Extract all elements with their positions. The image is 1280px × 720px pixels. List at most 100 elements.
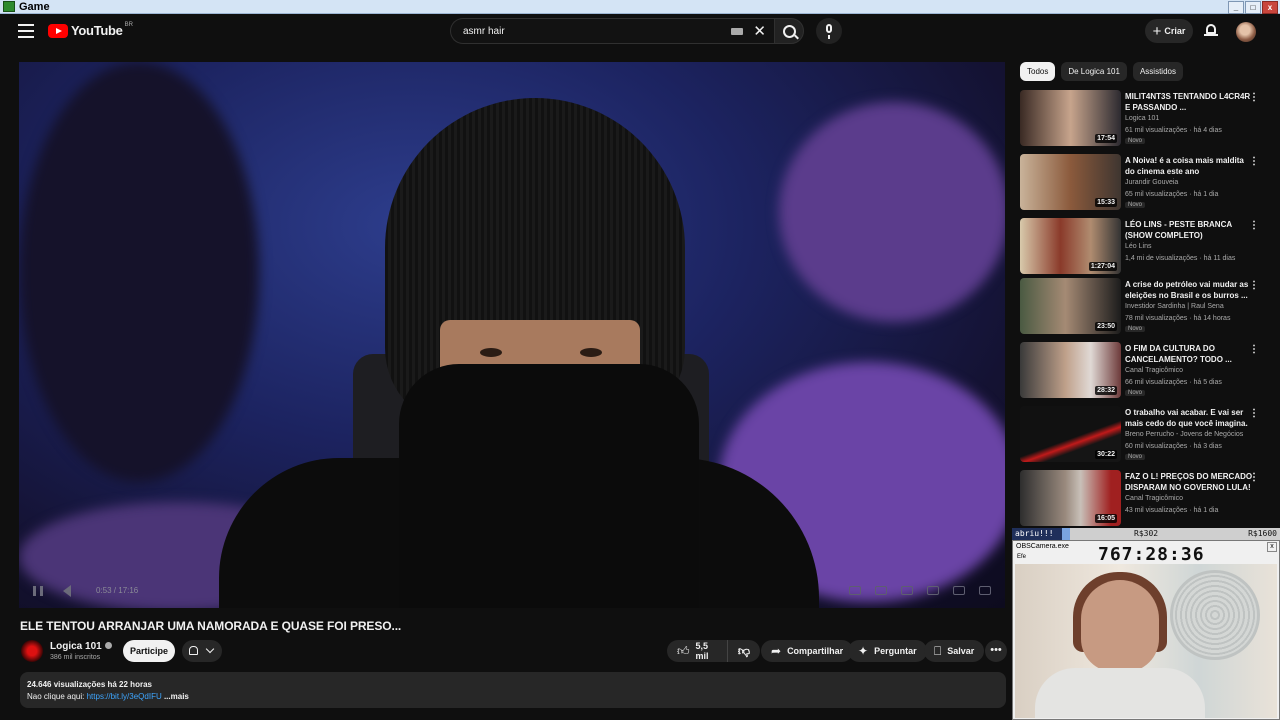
description-link[interactable]: https://bit.ly/3eQdIFU — [87, 692, 162, 701]
play-logo-icon — [48, 23, 68, 38]
duration-badge: 1:27:04 — [1088, 262, 1117, 271]
streamer-face — [1081, 580, 1159, 672]
close-icon[interactable]: x — [1262, 1, 1278, 14]
recommended-video[interactable]: 23:50 A crise do petróleo vai mudar as e… — [1020, 278, 1265, 336]
recommended-title[interactable]: O FIM DA CULTURA DO CANCELAMENTO? TODO .… — [1125, 343, 1253, 365]
new-badge: Novo — [1125, 454, 1146, 460]
time-display: 0:53 / 17:16 — [96, 586, 139, 595]
video-thumbnail[interactable]: 30:22 — [1020, 406, 1121, 462]
webcam-close-icon[interactable]: x — [1267, 542, 1277, 552]
recommended-title[interactable]: MILIT4NT3S TENTANDO L4CR4R E PASSANDO ..… — [1125, 91, 1253, 113]
region-code: BR — [124, 21, 133, 28]
maximize-icon[interactable]: □ — [1245, 1, 1261, 14]
webcam-window[interactable]: OBSCamera.exe x Efe 767:28:36 — [1012, 540, 1280, 720]
share-label: Compartilhar — [787, 646, 844, 656]
voice-search-button[interactable] — [816, 18, 842, 44]
recommended-title[interactable]: A Noiva! é a coisa mais maldita do cinem… — [1125, 155, 1253, 177]
more-actions-icon[interactable]: ••• — [985, 640, 1007, 662]
volume-icon[interactable] — [63, 585, 71, 597]
recommended-channel[interactable]: Canal Tragicômico — [1125, 367, 1183, 374]
recommended-title[interactable]: FAZ O L! PREÇOS DO MERCADO DISPARAM NO G… — [1125, 471, 1253, 493]
kebab-menu-icon[interactable]: ⋮ — [1249, 408, 1259, 419]
video-player[interactable]: 0:53 / 17:16 — [19, 62, 1005, 608]
new-badge: Novo — [1125, 202, 1146, 208]
youtube-logo[interactable]: YouTube BR — [48, 21, 133, 38]
verified-icon — [104, 642, 112, 649]
recommended-channel[interactable]: Investidor Sardinha | Raul Sena — [1125, 303, 1224, 310]
recommended-video[interactable]: 17:54 MILIT4NT3S TENTANDO L4CR4R E PASSA… — [1020, 90, 1265, 148]
recommended-video[interactable]: 16:05 FAZ O L! PREÇOS DO MERCADO DISPARA… — [1020, 470, 1265, 528]
video-thumbnail[interactable]: 16:05 — [1020, 470, 1121, 526]
recommended-channel[interactable]: Breno Perrucho - Jovens de Negócios — [1125, 431, 1243, 438]
chip-all[interactable]: Todos — [1020, 62, 1056, 81]
kebab-menu-icon[interactable]: ⋮ — [1249, 472, 1259, 483]
plus-icon: + — [1152, 22, 1162, 40]
recommended-channel[interactable]: Logica 101 — [1125, 115, 1159, 122]
autoplay-toggle-icon[interactable] — [849, 586, 861, 595]
clear-search-icon[interactable]: ✕ — [753, 24, 766, 39]
show-more-link[interactable]: ...mais — [162, 692, 189, 701]
keyboard-icon[interactable] — [731, 27, 744, 35]
search-box: ✕ — [450, 18, 774, 44]
recommended-title[interactable]: LÉO LINS - PESTE BRANCA (SHOW COMPLETO) — [1125, 219, 1253, 241]
duration-badge: 28:32 — [1095, 386, 1117, 395]
video-thumbnail[interactable]: 1:27:04 — [1020, 218, 1121, 274]
filter-chips: Todos De Logica 101 Assistidos — [1020, 62, 1183, 81]
recommended-views: 61 mil visualizações · há 4 dias — [1125, 127, 1222, 134]
pause-icon[interactable] — [33, 586, 43, 596]
settings-gear-icon[interactable] — [901, 586, 913, 595]
video-thumbnail[interactable]: 17:54 — [1020, 90, 1121, 146]
channel-name[interactable]: Logica 101 — [50, 641, 112, 652]
kebab-menu-icon[interactable]: ⋮ — [1249, 280, 1259, 291]
window-controls: _ □ x — [1228, 1, 1278, 14]
share-arrow-icon: ➦ — [771, 644, 782, 658]
theater-mode-icon[interactable] — [953, 586, 965, 595]
save-label: Salvar — [947, 646, 975, 656]
account-avatar[interactable] — [1236, 22, 1256, 42]
description-box[interactable]: 24.646 visualizações há 22 horas Nao cli… — [20, 672, 1006, 708]
bell-icon — [189, 646, 198, 655]
channel-avatar[interactable] — [21, 640, 43, 662]
recommended-views: 65 mil visualizações · há 1 dia — [1125, 191, 1219, 198]
recommended-video[interactable]: 28:32 O FIM DA CULTURA DO CANCELAMENTO? … — [1020, 342, 1265, 400]
donation-goal: R$1600 — [1248, 529, 1277, 538]
notifications-bell-icon[interactable] — [1204, 24, 1218, 39]
minimize-icon[interactable]: _ — [1228, 1, 1244, 14]
share-button[interactable]: ➦ Compartilhar — [761, 640, 854, 662]
video-thumbnail[interactable]: 23:50 — [1020, 278, 1121, 334]
face-mask — [399, 364, 699, 608]
chip-from-channel[interactable]: De Logica 101 — [1061, 62, 1127, 81]
recommended-video[interactable]: 1:27:04 LÉO LINS - PESTE BRANCA (SHOW CO… — [1020, 218, 1265, 276]
kebab-menu-icon[interactable]: ⋮ — [1249, 92, 1259, 103]
recommended-channel[interactable]: Léo Lins — [1125, 243, 1151, 250]
logo-text: YouTube — [71, 23, 123, 38]
recommended-title[interactable]: O trabalho vai acabar. E vai ser mais ce… — [1125, 407, 1253, 429]
recommended-video[interactable]: 15:33 A Noiva! é a coisa mais maldita do… — [1020, 154, 1265, 212]
dislike-button[interactable]: 👎︎ — [728, 644, 760, 659]
hamburger-menu-icon[interactable] — [18, 24, 34, 38]
chip-watched[interactable]: Assistidos — [1132, 62, 1183, 81]
save-button[interactable]: ⎕ Salvar — [924, 640, 985, 662]
search-input[interactable] — [461, 24, 732, 38]
kebab-menu-icon[interactable]: ⋮ — [1249, 220, 1259, 231]
recommended-title[interactable]: A crise do petróleo vai mudar as eleiçõe… — [1125, 279, 1253, 301]
subtitles-icon[interactable] — [875, 586, 887, 595]
subscription-bell-button[interactable] — [182, 640, 222, 662]
join-button[interactable]: Participe — [123, 640, 175, 662]
video-thumbnail[interactable]: 28:32 — [1020, 342, 1121, 398]
miniplayer-icon[interactable] — [927, 586, 939, 595]
recommended-channel[interactable]: Canal Tragicômico — [1125, 495, 1183, 502]
bookmark-icon: ⎕ — [934, 643, 942, 658]
recommended-video[interactable]: 30:22 O trabalho vai acabar. E vai ser m… — [1020, 406, 1265, 464]
create-button[interactable]: + Criar — [1145, 19, 1193, 43]
kebab-menu-icon[interactable]: ⋮ — [1249, 344, 1259, 355]
like-button[interactable]: 👍︎ 5,5 mil — [667, 640, 728, 662]
fullscreen-icon[interactable] — [979, 586, 991, 595]
video-thumbnail[interactable]: 15:33 — [1020, 154, 1121, 210]
kebab-menu-icon[interactable]: ⋮ — [1249, 156, 1259, 167]
search-button[interactable] — [774, 18, 804, 44]
recommended-channel[interactable]: Jurandir Gouveia — [1125, 179, 1178, 186]
ask-button[interactable]: ✦ Perguntar — [848, 640, 927, 662]
purple-tree-blossom — [779, 102, 1005, 322]
description-text: Nao clique aqui: — [27, 692, 87, 701]
